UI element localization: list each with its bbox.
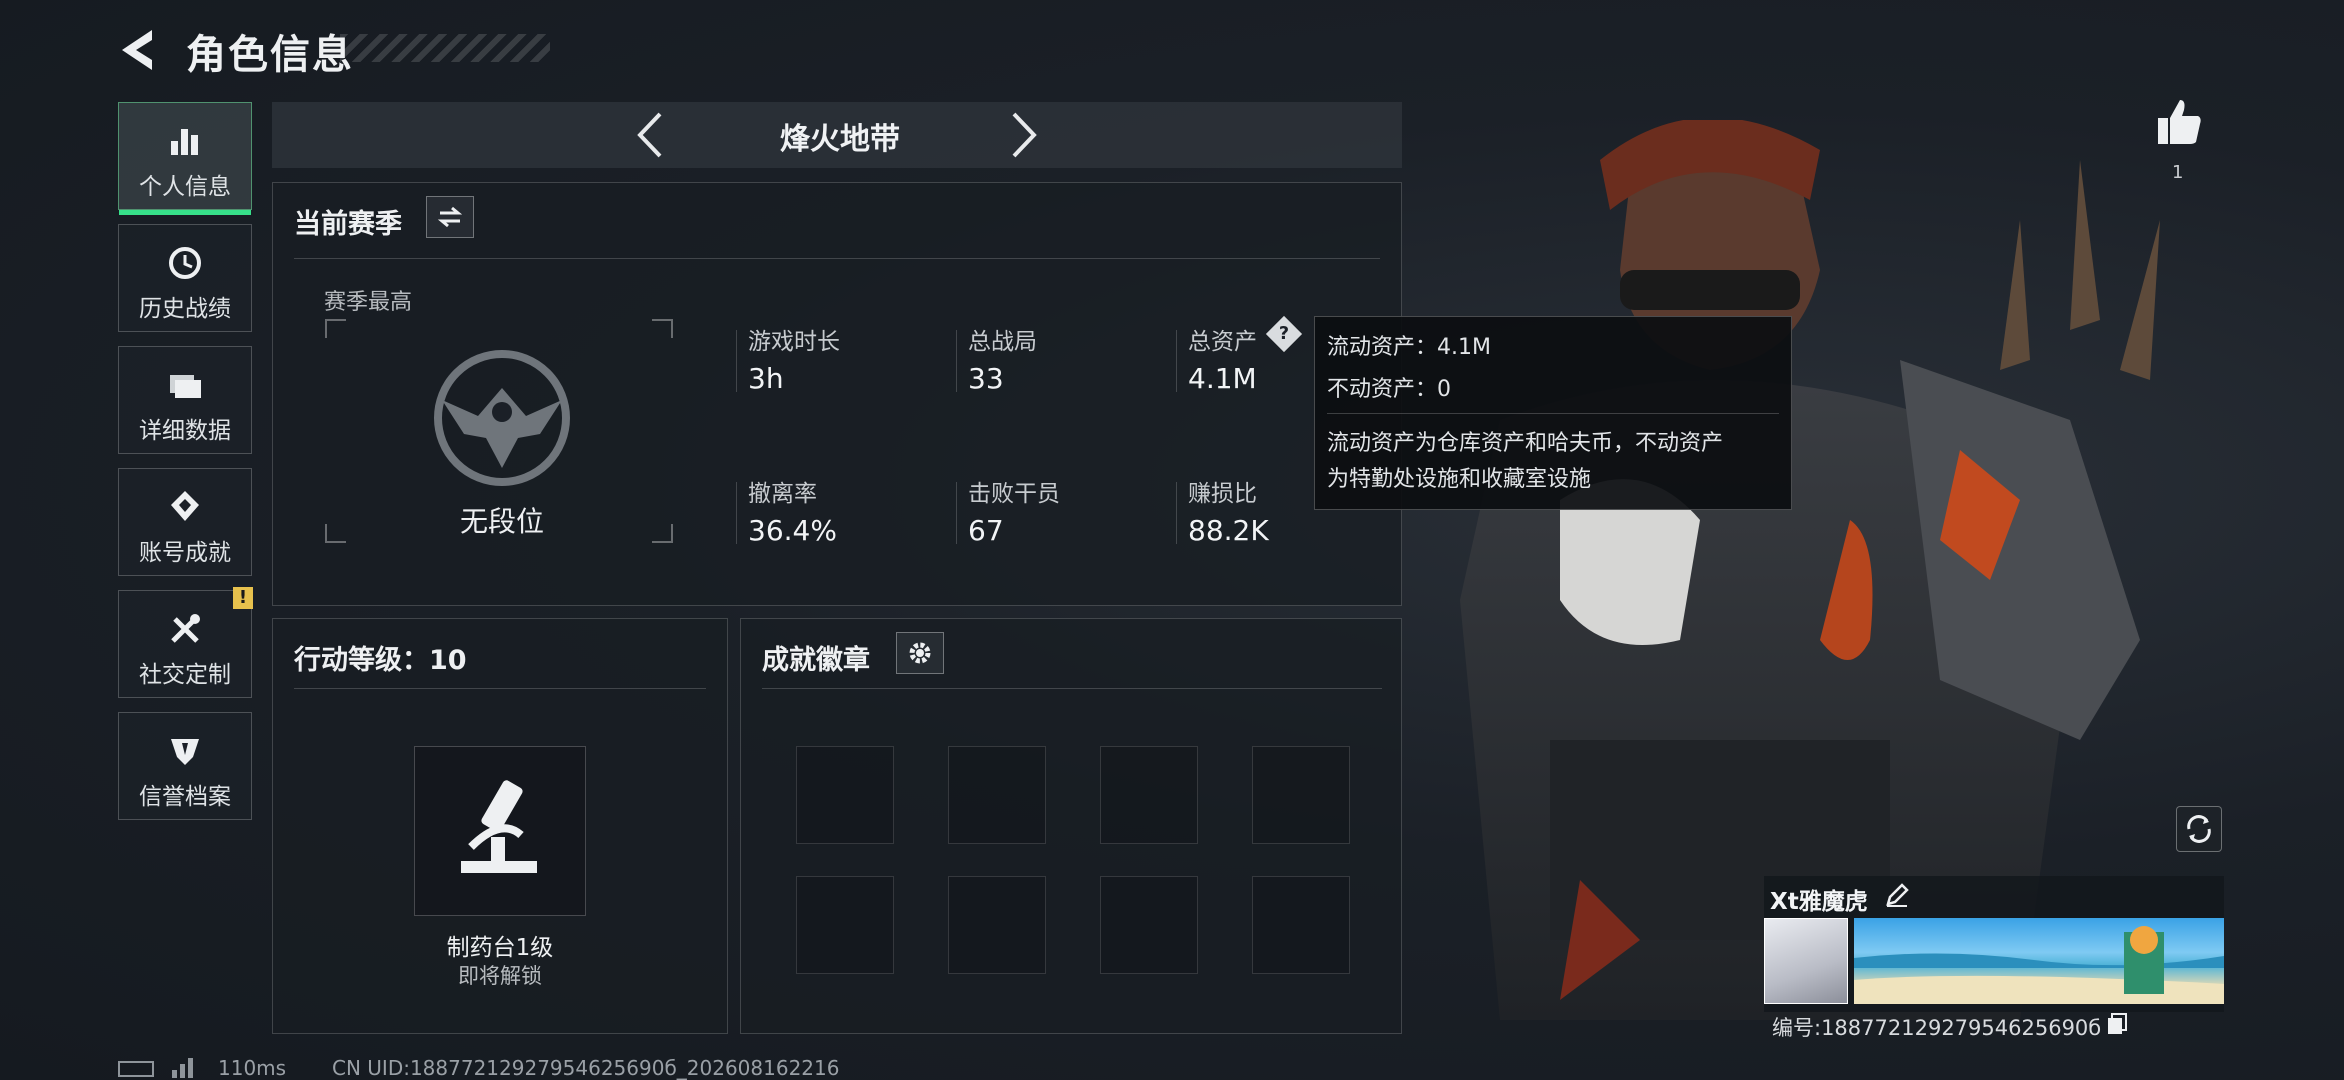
stat-label: 赚损比: [1188, 481, 1257, 507]
stat-label: 总战局: [968, 329, 1037, 355]
help-icon: ?: [1278, 323, 1290, 344]
ping-label: 110ms: [218, 1056, 287, 1080]
sidebar-item-label: 个人信息: [139, 174, 231, 200]
swap-icon: [437, 206, 463, 228]
badge-slot[interactable]: [948, 746, 1046, 844]
unlock-item-name: 制药台1级: [446, 935, 554, 961]
sidebar-item-achievements[interactable]: 账号成就: [118, 468, 252, 576]
avatar[interactable]: [1764, 918, 1848, 1004]
banner-art: [1854, 926, 2224, 1004]
tools-icon: [171, 614, 200, 643]
rank-emblem-icon: [434, 350, 570, 486]
season-highest-label: 赛季最高: [324, 290, 413, 315]
badge-slot[interactable]: [948, 876, 1046, 974]
alert-badge: !: [233, 587, 253, 609]
page-title: 角色信息: [186, 32, 354, 78]
back-arrow-icon[interactable]: [112, 22, 168, 78]
divider: [1176, 482, 1177, 544]
sidebar-item-label: 信誉档案: [139, 784, 231, 810]
battery-icon: [118, 1061, 154, 1077]
sidebar-item-label: 社交定制: [139, 662, 231, 688]
sidebar-item-credit[interactable]: 信誉档案: [118, 712, 252, 820]
stat-label: 击败干员: [968, 481, 1060, 507]
tooltip-fixed-assets: 不动资产：0: [1327, 377, 1451, 402]
pencil-icon[interactable]: [1884, 882, 1910, 908]
copy-icon[interactable]: [2106, 1012, 2128, 1036]
sidebar-item-label: 账号成就: [139, 540, 231, 566]
divider: [294, 688, 706, 689]
sidebar-item-label: 详细数据: [139, 418, 231, 444]
mode-label: 烽火地带: [780, 122, 900, 157]
badge-slot[interactable]: [796, 746, 894, 844]
sidebar-item-social[interactable]: 社交定制: [118, 590, 252, 698]
badge-slot[interactable]: [1252, 876, 1350, 974]
badge-slot[interactable]: [1252, 746, 1350, 844]
active-indicator: [119, 210, 251, 215]
stat-value: 67: [968, 514, 1004, 547]
tooltip-note: 为特勤处设施和收藏室设施: [1327, 467, 1592, 492]
bar-chart-icon: [171, 129, 198, 155]
sidebar-item-detail-data[interactable]: 详细数据: [118, 346, 252, 454]
profile-banner[interactable]: [1854, 918, 2224, 1004]
badge-slot[interactable]: [796, 876, 894, 974]
stat-value: 88.2K: [1188, 514, 1269, 547]
stat-value: 3h: [748, 362, 784, 395]
title-decoration: [340, 34, 550, 62]
credit-icon: [171, 739, 199, 765]
player-name: Xt雅魔虎: [1770, 889, 1868, 915]
badge-settings-button[interactable]: [896, 632, 944, 674]
signal-icon: [172, 1058, 193, 1078]
badges-title: 成就徽章: [762, 645, 870, 676]
stat-value: 36.4%: [748, 514, 837, 547]
unlock-status: 即将解锁: [458, 964, 542, 988]
rank-label: 无段位: [459, 505, 544, 538]
tooltip-liquid-assets: 流动资产：4.1M: [1327, 335, 1491, 360]
tooltip-note: 流动资产为仓库资产和哈夫币，不动资产: [1327, 431, 1724, 456]
divider: [1327, 413, 1779, 414]
sidebar-item-personal-info[interactable]: 个人信息: [118, 102, 252, 215]
divider: [736, 330, 737, 392]
stat-label: 游戏时长: [748, 329, 840, 355]
divider: [294, 258, 1380, 259]
switch-season-button[interactable]: [426, 196, 474, 238]
help-button[interactable]: ?: [1265, 315, 1303, 353]
divider: [956, 330, 957, 392]
thumbs-up-icon[interactable]: [2154, 96, 2206, 148]
stat-value: 33: [968, 362, 1004, 395]
divider: [736, 482, 737, 544]
action-level-title: 行动等级：10: [294, 645, 467, 676]
sidebar-item-history[interactable]: 历史战绩: [118, 224, 252, 332]
asset-tooltip: 流动资产：4.1M 不动资产：0 流动资产为仓库资产和哈夫币，不动资产 为特勤处…: [1314, 316, 1792, 510]
badge-slot[interactable]: [1100, 746, 1198, 844]
badge-slot[interactable]: [1100, 876, 1198, 974]
folder-icon: [170, 375, 201, 398]
microscope-icon: [461, 780, 537, 873]
chevron-right-icon[interactable]: [1004, 108, 1044, 162]
rotate-icon: [2187, 815, 2211, 843]
rotate-model-button[interactable]: [2176, 806, 2222, 852]
stat-label: 总资产: [1188, 329, 1257, 355]
stat-label: 撤离率: [748, 481, 817, 507]
chevron-left-icon[interactable]: [630, 108, 670, 162]
season-panel-title: 当前赛季: [294, 209, 402, 240]
stat-value: 4.1M: [1188, 362, 1257, 395]
achievement-icon: [171, 491, 199, 521]
divider: [1176, 330, 1177, 392]
gear-icon: [909, 642, 931, 664]
like-count: 1: [2172, 162, 2184, 183]
unlock-item-card[interactable]: [414, 746, 586, 916]
divider: [956, 482, 957, 544]
divider: [762, 688, 1382, 689]
footer-uid: CN UID:18877212927954625690б_20260816221…: [332, 1056, 840, 1080]
player-id: 编号:18877212927954625690б: [1772, 1016, 2102, 1040]
history-icon: [169, 247, 201, 279]
sidebar-item-label: 历史战绩: [139, 296, 231, 322]
